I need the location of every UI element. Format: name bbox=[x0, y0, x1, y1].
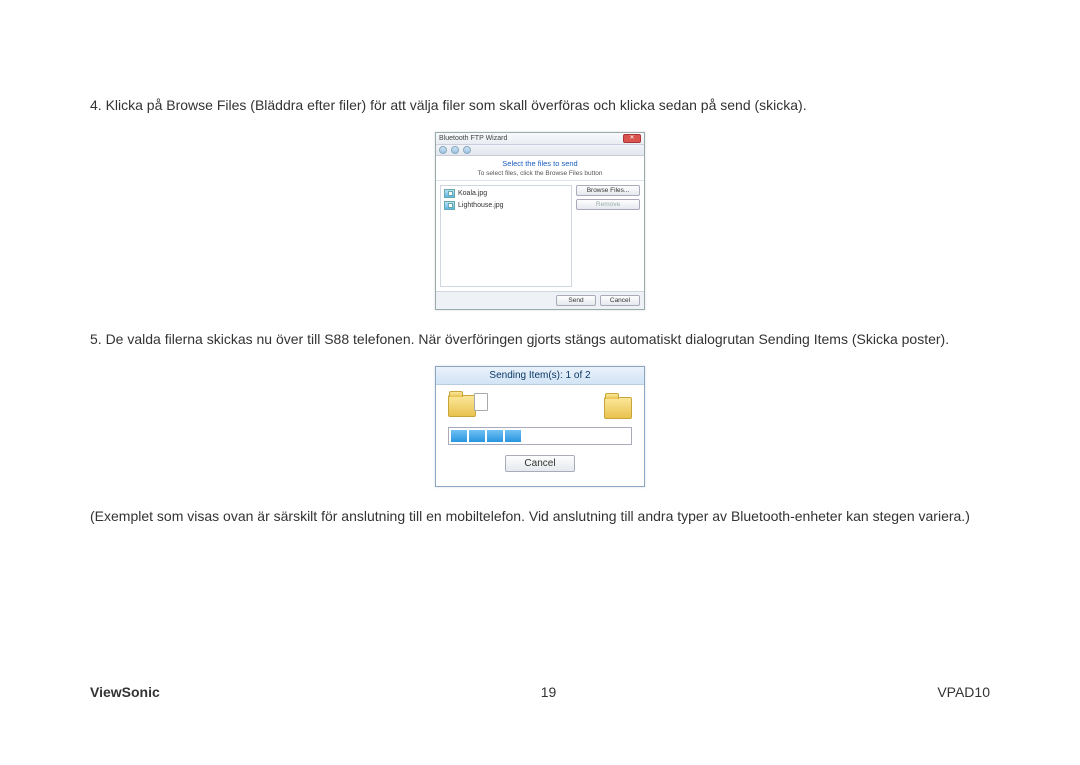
file-item[interactable]: Koala.jpg bbox=[444, 189, 568, 198]
remove-button[interactable]: Remove bbox=[576, 199, 640, 210]
wizard-title-bar: Bluetooth FTP Wizard ✕ bbox=[436, 133, 644, 145]
progress-segment bbox=[469, 430, 485, 442]
progress-segment bbox=[451, 430, 467, 442]
toolbar-forward-icon[interactable] bbox=[451, 146, 459, 154]
wizard-header: Select the files to send To select files… bbox=[436, 156, 644, 181]
progress-bar bbox=[448, 427, 632, 445]
file-name: Lighthouse.jpg bbox=[458, 202, 504, 209]
page-footer: ViewSonic 19 VPAD10 bbox=[90, 684, 990, 700]
sending-items-dialog: Sending Item(s): 1 of 2 Cancel bbox=[435, 366, 645, 487]
progress-segment bbox=[505, 430, 521, 442]
bluetooth-ftp-wizard-dialog: Bluetooth FTP Wizard ✕ Select the files … bbox=[435, 132, 645, 310]
progress-segment bbox=[487, 430, 503, 442]
wizard-subheading: To select files, click the Browse Files … bbox=[441, 170, 639, 177]
source-folder-icon bbox=[448, 395, 484, 421]
wizard-title-text: Bluetooth FTP Wizard bbox=[439, 135, 507, 142]
sending-title-bar: Sending Item(s): 1 of 2 bbox=[436, 367, 644, 385]
sending-cancel-button[interactable]: Cancel bbox=[505, 455, 575, 472]
toolbar-back-icon[interactable] bbox=[439, 146, 447, 154]
transfer-row bbox=[448, 395, 632, 421]
wizard-heading: Select the files to send bbox=[441, 159, 639, 168]
footer-page-number: 19 bbox=[541, 684, 557, 700]
wizard-toolbar bbox=[436, 145, 644, 156]
close-icon[interactable]: ✕ bbox=[623, 134, 641, 143]
wizard-figure: Bluetooth FTP Wizard ✕ Select the files … bbox=[90, 132, 990, 310]
step-5-text: 5. De valda filerna skickas nu över till… bbox=[90, 328, 990, 352]
image-file-icon bbox=[444, 189, 455, 198]
cancel-button[interactable]: Cancel bbox=[600, 295, 640, 306]
step-4-text: 4. Klicka på Browse Files (Bläddra efter… bbox=[90, 94, 990, 118]
footer-model: VPAD10 bbox=[937, 684, 990, 700]
footer-brand: ViewSonic bbox=[90, 684, 160, 700]
send-button[interactable]: Send bbox=[556, 295, 596, 306]
sending-figure: Sending Item(s): 1 of 2 Cancel bbox=[90, 366, 990, 487]
file-item[interactable]: Lighthouse.jpg bbox=[444, 201, 568, 210]
file-list[interactable]: Koala.jpg Lighthouse.jpg bbox=[440, 185, 572, 287]
image-file-icon bbox=[444, 201, 455, 210]
example-note: (Exemplet som visas ovan är särskilt för… bbox=[90, 505, 990, 529]
destination-folder-icon bbox=[604, 397, 632, 419]
file-name: Koala.jpg bbox=[458, 190, 487, 197]
browse-files-button[interactable]: Browse Files... bbox=[576, 185, 640, 196]
toolbar-refresh-icon[interactable] bbox=[463, 146, 471, 154]
